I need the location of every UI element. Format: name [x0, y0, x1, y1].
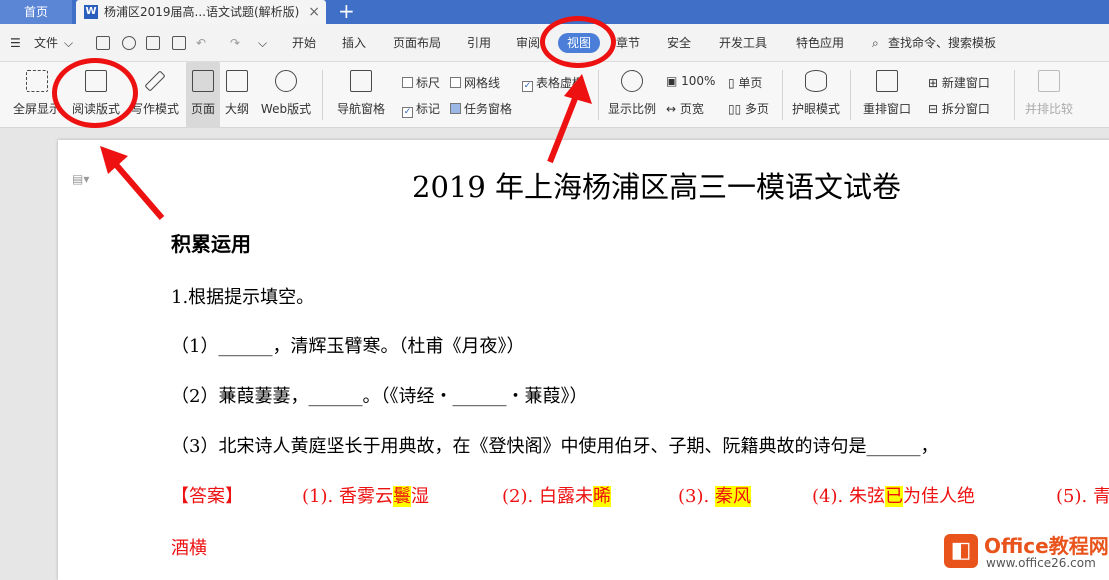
multi-page-button[interactable]: ▯▯ 多页: [728, 100, 769, 117]
annotation-circle-view: [540, 16, 616, 68]
menu-security[interactable]: 安全: [667, 24, 691, 62]
annotation-circle-reading: [52, 58, 138, 128]
pencil-icon: [144, 70, 166, 92]
magnifier-icon: [621, 70, 643, 92]
menu-review[interactable]: 审阅: [516, 24, 540, 62]
answer-3: (3). 秦风: [678, 486, 751, 507]
question-1-3: （3）北宋诗人黄庭坚长于用典故，在《登快阁》中使用伯牙、子期、阮籍典故的诗句是_…: [171, 436, 939, 457]
fullscreen-icon: [26, 70, 48, 92]
marks-checkbox[interactable]: ✓ 标记: [402, 100, 440, 118]
split-window-icon: ⊟: [928, 102, 942, 116]
tab-document[interactable]: W 杨浦区2019届高...语文试题(解析版) ×: [76, 0, 326, 24]
checked-icon: ✓: [402, 107, 413, 118]
nav-pane-button[interactable]: 导航窗格: [330, 62, 392, 128]
checkbox-icon: [402, 77, 413, 88]
zoom-100-button[interactable]: ▣ 100%: [666, 74, 715, 88]
globe-icon: [275, 70, 297, 92]
divider: [322, 70, 323, 120]
format-painter-icon[interactable]: [122, 36, 136, 50]
undo-icon[interactable]: ↶: [196, 24, 206, 62]
customize-icon[interactable]: ⌵: [258, 24, 267, 62]
redo-icon[interactable]: ↷: [230, 24, 240, 62]
search-icon[interactable]: ⌕: [872, 24, 879, 62]
watermark-brand: Office教程网: [984, 534, 1109, 558]
split-window-button[interactable]: ⊟ 拆分窗口: [928, 100, 990, 117]
menu-reference[interactable]: 引用: [467, 24, 491, 62]
answer-5: (5). 青: [1056, 486, 1109, 507]
multi-page-icon: ▯▯: [728, 102, 746, 116]
answer-1: (1). 香雾云鬟湿: [302, 486, 429, 507]
save-icon[interactable]: [96, 36, 110, 50]
zoom-button[interactable]: 显示比例: [604, 62, 660, 128]
outline-icon: [226, 70, 248, 92]
side-by-side-button[interactable]: 并排比较: [1020, 62, 1078, 128]
annotation-arrow-view: [547, 74, 592, 164]
question-1-2: （2）蒹葭萋萋，______。（《诗经・______・蒹葭》）: [171, 386, 588, 407]
question-1: 1.根据提示填空。: [171, 287, 315, 308]
office-logo-icon: ◧: [944, 534, 978, 568]
divider: [850, 70, 851, 120]
watermark-url: www.office26.com: [986, 556, 1096, 570]
document-page[interactable]: [58, 140, 1109, 580]
print-icon[interactable]: [146, 36, 160, 50]
add-tab-icon[interactable]: +: [338, 0, 355, 22]
single-page-icon: ▯: [728, 76, 739, 90]
print-preview-icon[interactable]: [172, 36, 186, 50]
menu-insert[interactable]: 插入: [342, 24, 366, 62]
page-width-button[interactable]: ↔ 页宽: [666, 100, 704, 117]
watermark: ◧ Office教程网 www.office26.com: [938, 528, 1109, 576]
section-heading: 积累运用: [171, 232, 251, 256]
page-options-icon[interactable]: ▤▾: [72, 172, 89, 186]
search-command[interactable]: 查找命令、搜索模板: [888, 24, 996, 62]
tab-document-label: 杨浦区2019届高...语文试题(解析版): [104, 5, 300, 19]
annotation-arrow-reading: [100, 146, 165, 220]
menu-special[interactable]: 特色应用: [796, 24, 844, 62]
windows-icon: [876, 70, 898, 92]
nav-pane-icon: [350, 70, 372, 92]
page-width-icon: ↔: [666, 102, 680, 116]
chevron-down-icon[interactable]: ⌵: [64, 24, 73, 62]
menu-start[interactable]: 开始: [292, 24, 316, 62]
menu-chapter[interactable]: 章节: [616, 24, 640, 62]
checkbox-icon: [450, 77, 461, 88]
new-window-icon: ⊞: [928, 76, 942, 90]
close-icon[interactable]: ×: [308, 0, 320, 24]
page-view-button[interactable]: 页面: [186, 62, 220, 128]
page-icon: [192, 70, 214, 92]
tab-home[interactable]: 首页: [0, 0, 72, 24]
answer-4: (4). 朱弦已为佳人绝: [812, 486, 975, 507]
wps-writer-icon: W: [84, 5, 98, 19]
checkbox-icon: [450, 103, 461, 114]
compare-icon: [1038, 70, 1060, 92]
answer-2: (2). 白露未晞: [502, 486, 611, 507]
eye-icon: [805, 70, 827, 92]
menu-page-layout[interactable]: 页面布局: [393, 24, 441, 62]
eye-protection-button[interactable]: 护眼模式: [788, 62, 844, 128]
single-page-button[interactable]: ▯ 单页: [728, 74, 762, 91]
new-window-button[interactable]: ⊞ 新建窗口: [928, 74, 990, 91]
answer-continued: 酒横: [171, 538, 207, 559]
menu-file[interactable]: 文件: [34, 24, 58, 62]
hamburger-icon[interactable]: ☰: [10, 24, 21, 62]
outline-button[interactable]: 大纲: [222, 62, 252, 128]
divider: [1014, 70, 1015, 120]
ruler-checkbox[interactable]: 标尺: [402, 74, 440, 91]
rearrange-windows-button[interactable]: 重排窗口: [856, 62, 918, 128]
gridlines-checkbox[interactable]: 网格线: [450, 74, 500, 91]
document-title: 2019 年上海杨浦区高三一模语文试卷: [412, 170, 902, 204]
answer-label: 【答案】: [171, 486, 243, 507]
task-pane-checkbox[interactable]: 任务窗格: [450, 100, 512, 117]
menu-developer[interactable]: 开发工具: [719, 24, 767, 62]
question-1-1: （1）______，清辉玉臂寒。（杜甫《月夜》）: [171, 336, 525, 357]
web-layout-button[interactable]: Web版式: [256, 62, 316, 128]
divider: [782, 70, 783, 120]
one-to-one-icon: ▣: [666, 74, 682, 88]
